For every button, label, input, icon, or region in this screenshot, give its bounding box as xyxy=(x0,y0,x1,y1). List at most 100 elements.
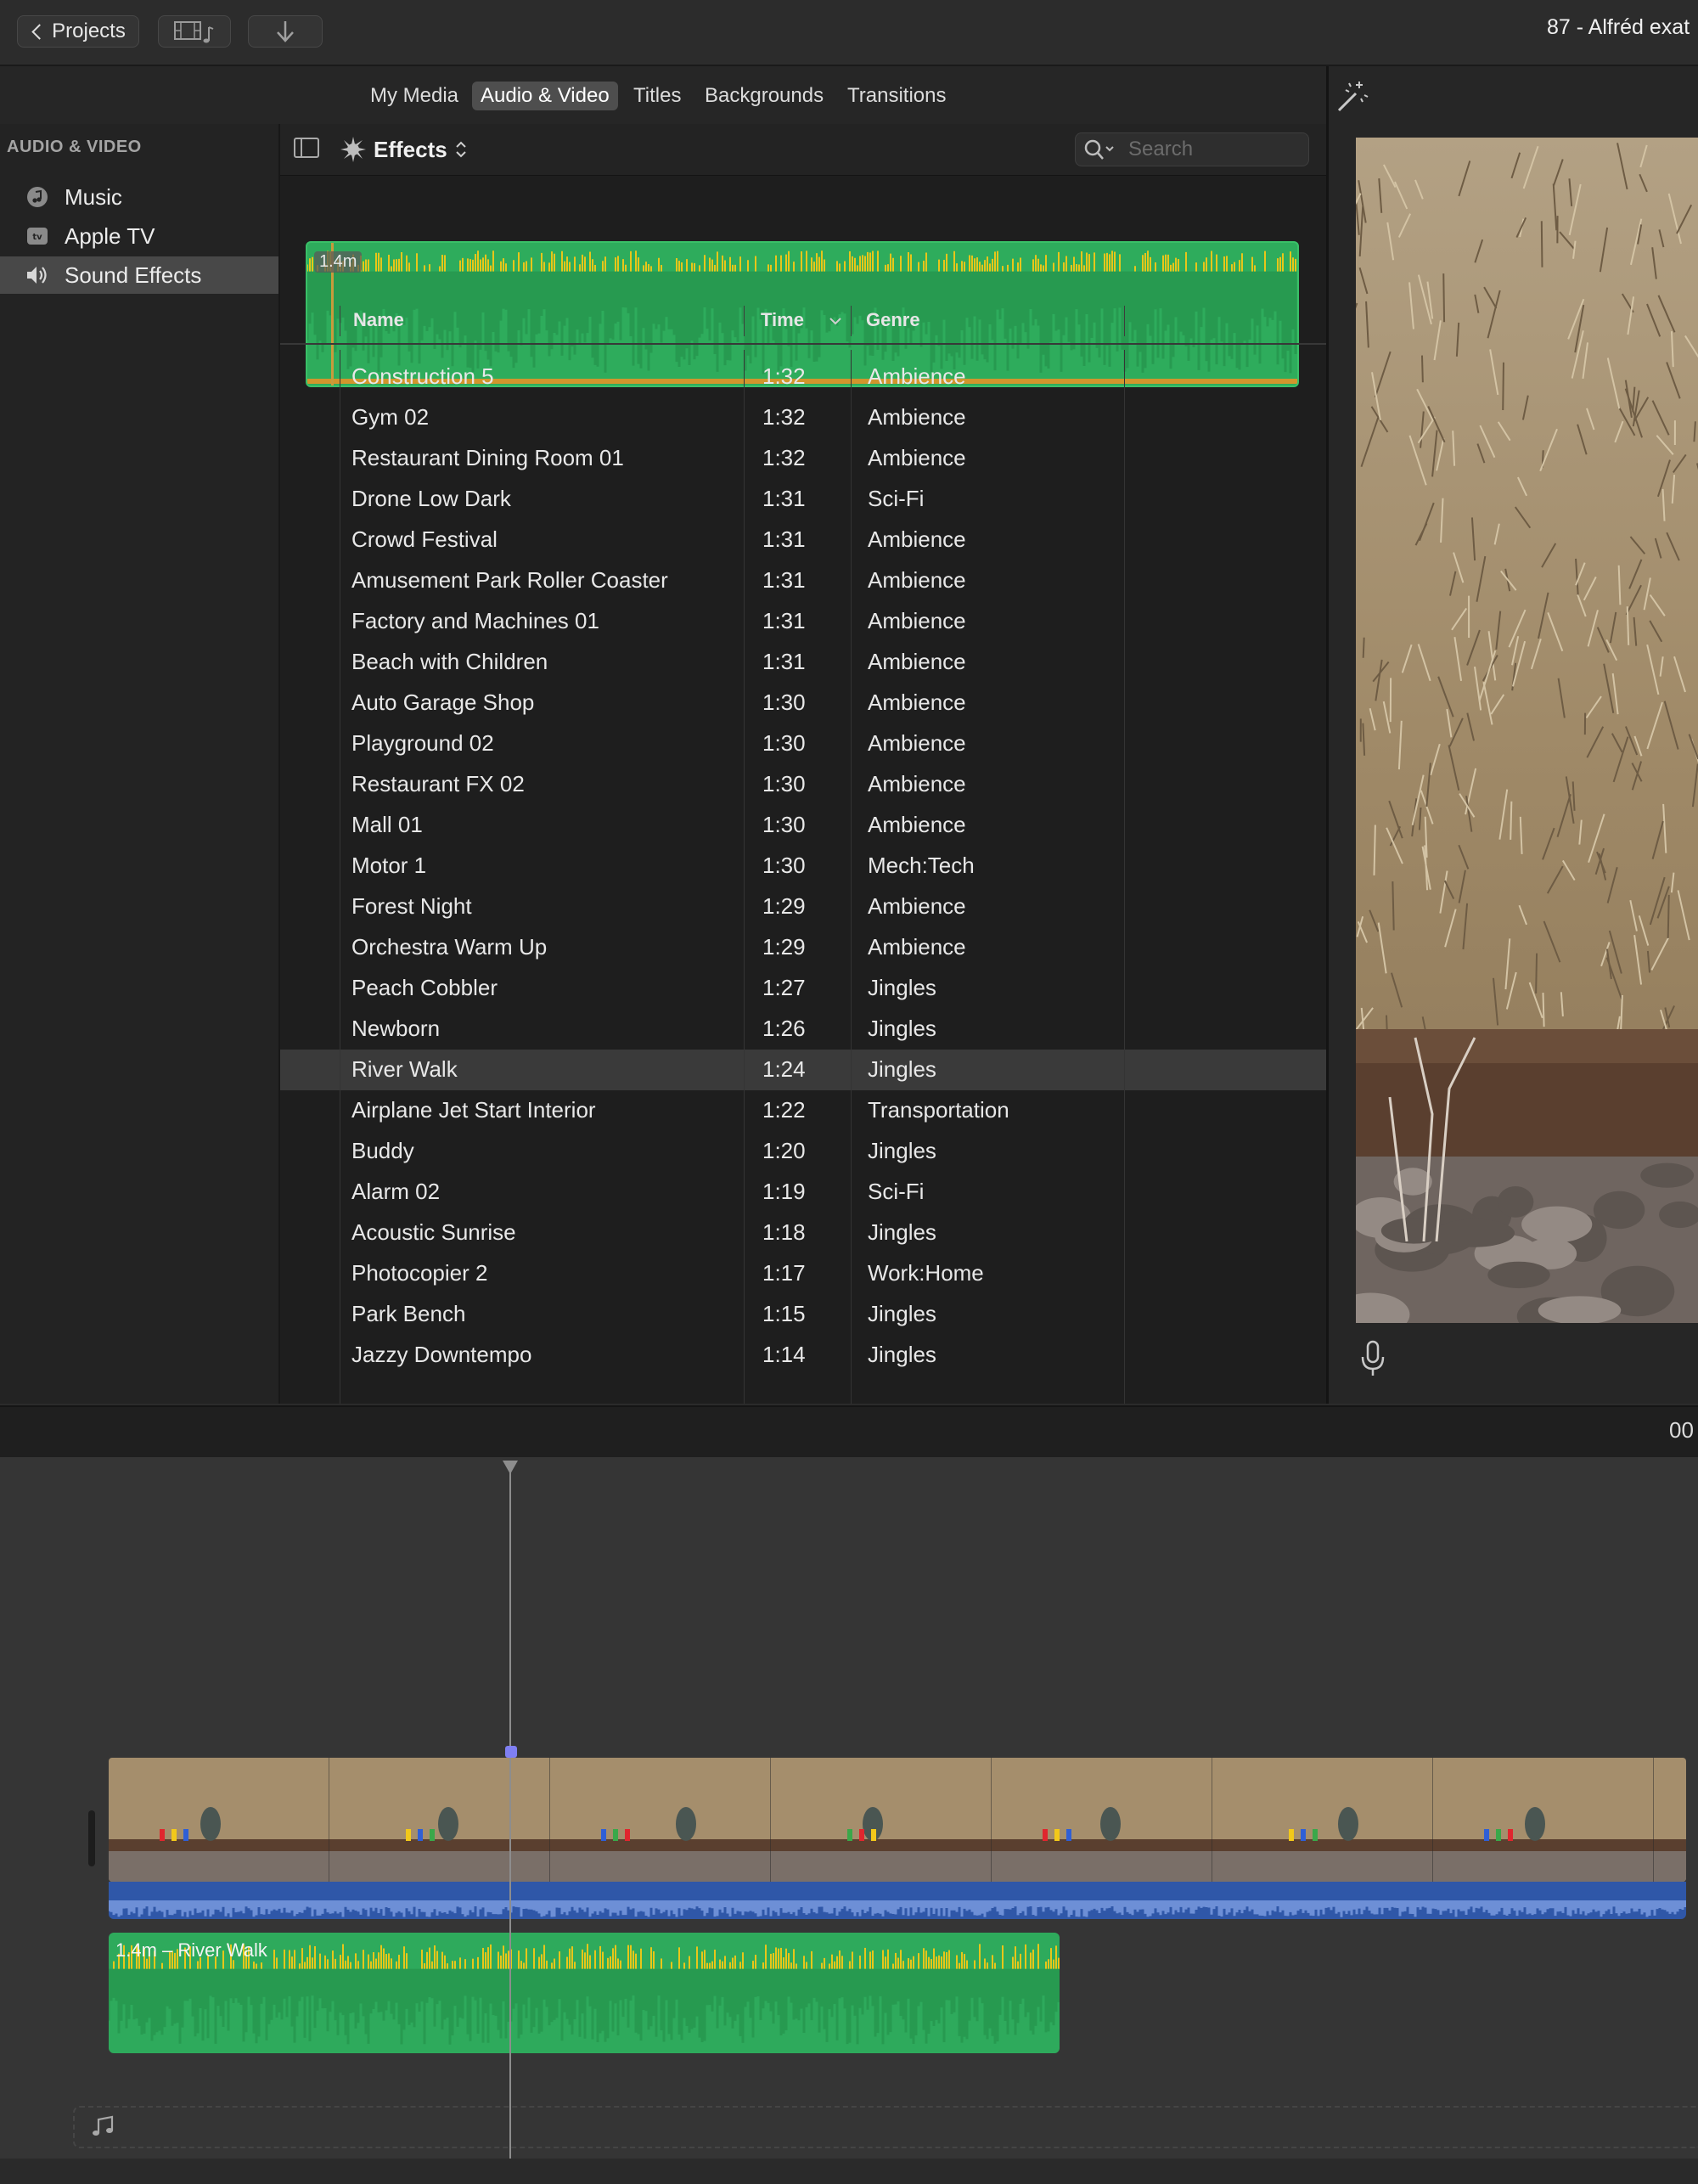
search-input[interactable] xyxy=(1127,137,1300,162)
table-row[interactable]: Amusement Park Roller Coaster 1:31 Ambienc… xyxy=(280,560,1326,601)
table-row[interactable]: Restaurant FX 02 1:30 Ambience xyxy=(280,764,1326,805)
column-header-time[interactable]: Time xyxy=(761,309,804,331)
video-preview-frame[interactable] xyxy=(1356,138,1698,1323)
music-well[interactable] xyxy=(73,2106,1698,2148)
row-time-cell: 1:20 xyxy=(762,1138,806,1163)
row-time-cell: 1:17 xyxy=(762,1260,806,1286)
table-row[interactable]: Beach with Children 1:31 Ambience xyxy=(280,642,1326,683)
search-icon xyxy=(1084,139,1114,160)
column-header-name[interactable]: Name xyxy=(353,309,404,331)
tab-my-media[interactable]: My Media xyxy=(362,82,467,110)
row-time-cell: 1:31 xyxy=(762,567,806,593)
skimmer-marker[interactable] xyxy=(505,1746,517,1758)
video-thumbnail xyxy=(329,1758,551,1882)
projects-back-button[interactable]: Projects xyxy=(17,15,139,48)
table-row[interactable]: Gym 02 1:32 Ambience xyxy=(280,397,1326,438)
row-time-cell: 1:31 xyxy=(762,486,806,511)
table-row[interactable]: Construction 5 1:32 Ambience xyxy=(280,357,1326,397)
row-genre-cell: Ambience xyxy=(868,526,966,552)
sidebar-item-sound-effects[interactable]: Sound Effects xyxy=(0,256,278,294)
video-clip-audio[interactable] xyxy=(109,1882,1686,1919)
row-name-cell: Amusement Park Roller Coaster xyxy=(351,567,668,593)
row-time-cell: 1:31 xyxy=(762,649,806,674)
row-genre-cell: Ambience xyxy=(868,771,966,796)
table-row[interactable]: Crowd Festival 1:31 Ambience xyxy=(280,520,1326,560)
row-time-cell: 1:15 xyxy=(762,1301,806,1326)
film-music-icon xyxy=(174,21,214,43)
table-row[interactable]: Motor 1 1:30 Mech:Tech xyxy=(280,846,1326,887)
tab-backgrounds[interactable]: Backgrounds xyxy=(696,82,832,110)
table-row[interactable]: Mall 01 1:30 Ambience xyxy=(280,805,1326,846)
preview-duration-label: 1.4m xyxy=(314,251,363,273)
table-row[interactable]: Alarm 02 1:19 Sci-Fi xyxy=(280,1172,1326,1213)
row-name-cell: Gym 02 xyxy=(351,404,430,430)
video-thumbnail xyxy=(771,1758,992,1882)
video-thumbnail xyxy=(1433,1758,1655,1882)
row-name-cell: River Walk xyxy=(351,1056,458,1082)
row-genre-cell: Jingles xyxy=(868,1138,936,1163)
row-name-cell: Factory and Machines 01 xyxy=(351,608,599,633)
row-name-cell: Restaurant FX 02 xyxy=(351,771,525,796)
table-row[interactable]: Buddy 1:20 Jingles xyxy=(280,1131,1326,1172)
row-time-cell: 1:31 xyxy=(762,526,806,552)
row-name-cell: Newborn xyxy=(351,1016,441,1041)
row-name-cell: Acoustic Sunrise xyxy=(351,1219,516,1245)
microphone-icon[interactable] xyxy=(1359,1340,1386,1377)
sort-descending-icon[interactable] xyxy=(829,316,842,326)
table-row[interactable]: River Walk 1:24 Jingles xyxy=(280,1050,1326,1090)
table-row[interactable]: Factory and Machines 01 1:31 Ambience xyxy=(280,601,1326,642)
music-note-icon xyxy=(25,185,49,209)
table-row[interactable]: Newborn 1:26 Jingles xyxy=(280,1009,1326,1050)
table-row[interactable]: Jazzy Downtempo 1:14 Jingles xyxy=(280,1335,1326,1376)
sidebar-item-apple-tv[interactable]: tv Apple TV xyxy=(0,217,278,255)
video-clip[interactable] xyxy=(109,1758,1686,1882)
rock xyxy=(1487,1261,1550,1289)
column-header-genre[interactable]: Genre xyxy=(866,309,920,331)
column-line xyxy=(851,350,852,1404)
sidebar-toggle-icon[interactable] xyxy=(294,138,319,158)
table-row[interactable]: Park Bench 1:15 Jingles xyxy=(280,1294,1326,1335)
import-button[interactable] xyxy=(248,15,323,48)
table-row[interactable]: Orchestra Warm Up 1:29 Ambience xyxy=(280,927,1326,968)
playhead[interactable] xyxy=(509,1464,511,2176)
row-genre-cell: Ambience xyxy=(868,690,966,715)
effects-popup-button[interactable]: Effects xyxy=(340,132,468,166)
row-genre-cell: Ambience xyxy=(868,567,966,593)
row-name-cell: Airplane Jet Start Interior xyxy=(351,1097,596,1123)
tab-transitions[interactable]: Transitions xyxy=(839,82,954,110)
table-row[interactable]: Photocopier 2 1:17 Work:Home xyxy=(280,1253,1326,1294)
table-row[interactable]: Airplane Jet Start Interior 1:22 Transport… xyxy=(280,1090,1326,1131)
row-name-cell: Alarm 02 xyxy=(351,1179,441,1204)
timeline[interactable]: 1.4m – River Walk xyxy=(0,1457,1698,2184)
table-header: Name Time Genre xyxy=(280,299,1326,345)
sidebar-item-music[interactable]: Music xyxy=(0,178,278,216)
table-row[interactable]: Restaurant Dining Room 01 1:32 Ambience xyxy=(280,438,1326,479)
video-thumbnail xyxy=(550,1758,772,1882)
tab-audio-video[interactable]: Audio & Video xyxy=(472,82,618,110)
row-time-cell: 1:32 xyxy=(762,404,806,430)
table-row[interactable]: Acoustic Sunrise 1:18 Jingles xyxy=(280,1213,1326,1253)
table-row[interactable]: Forest Night 1:29 Ambience xyxy=(280,887,1326,927)
library-sidebar: AUDIO & VIDEO Music tv Apple TV Sound Ef… xyxy=(0,124,280,1404)
column-divider xyxy=(744,306,745,336)
rock xyxy=(1640,1162,1695,1188)
table-row[interactable]: Drone Low Dark 1:31 Sci-Fi xyxy=(280,479,1326,520)
row-time-cell: 1:30 xyxy=(762,730,806,756)
row-name-cell: Playground 02 xyxy=(351,730,494,756)
media-browser-button[interactable] xyxy=(158,15,231,48)
timeline-start-handle[interactable] xyxy=(88,1810,95,1866)
row-time-cell: 1:14 xyxy=(762,1342,806,1367)
table-row[interactable]: Playground 02 1:30 Ambience xyxy=(280,723,1326,764)
tab-titles[interactable]: Titles xyxy=(625,82,689,110)
sound-effect-clip[interactable]: 1.4m – River Walk xyxy=(109,1933,1060,2053)
svg-text:tv: tv xyxy=(32,233,42,242)
rock xyxy=(1497,1185,1534,1218)
table-row[interactable]: Peach Cobbler 1:27 Jingles xyxy=(280,968,1326,1009)
search-field[interactable] xyxy=(1075,132,1309,166)
rock xyxy=(1593,1191,1645,1230)
magic-wand-icon[interactable] xyxy=(1332,78,1369,115)
row-genre-cell: Work:Home xyxy=(868,1260,984,1286)
grass-stroke xyxy=(1535,953,1538,993)
table-row[interactable]: Auto Garage Shop 1:30 Ambience xyxy=(280,683,1326,723)
playhead-handle[interactable] xyxy=(503,1461,518,1474)
